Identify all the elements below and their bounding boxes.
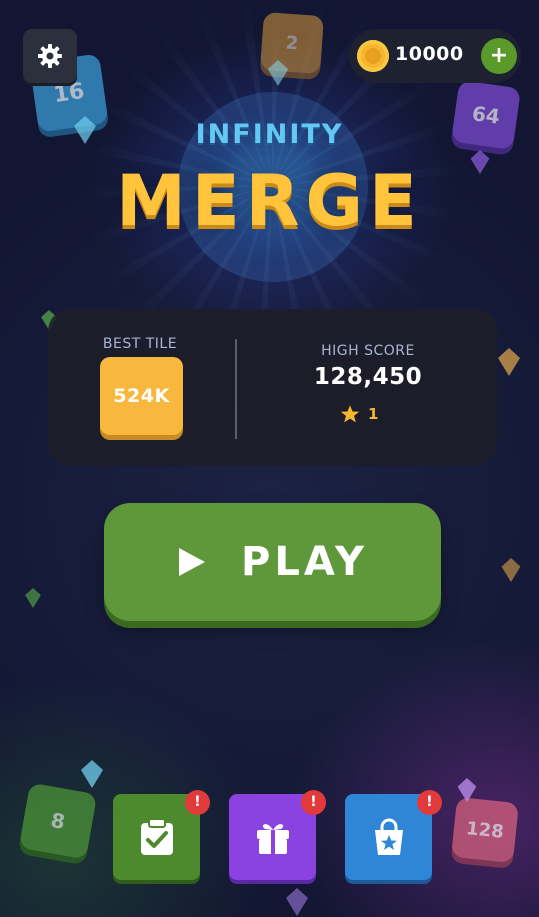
title-subtitle: INFINITY (195, 119, 344, 150)
settings-button[interactable] (23, 29, 77, 83)
floating-tile-128: 128 (451, 796, 519, 864)
gift-icon (256, 824, 289, 854)
high-score-label: HIGH SCORE (321, 343, 415, 359)
notification-badge: ! (417, 790, 442, 815)
coin-icon (357, 40, 389, 72)
stats-panel: BEST TILE 524K HIGH SCORE 128,450 1 (48, 309, 497, 466)
gem-icon (81, 760, 103, 788)
notification-badge: ! (185, 790, 210, 815)
star-icon (340, 405, 360, 423)
gem-icon (501, 558, 521, 582)
coin-count: 10000 (395, 43, 464, 65)
gem-icon (267, 60, 289, 86)
gem-icon (25, 588, 41, 608)
gem-icon (286, 888, 308, 916)
play-button[interactable]: PLAY (104, 503, 441, 621)
play-label: PLAY (241, 539, 368, 585)
star-count: 1 (368, 405, 379, 423)
high-score-value: 128,450 (313, 364, 423, 390)
notification-badge: ! (301, 790, 326, 815)
gem-icon (457, 778, 477, 802)
gem-icon (498, 348, 520, 376)
floating-tile-8: 8 (18, 782, 98, 860)
title-main: MERGE (116, 160, 423, 242)
stats-divider (235, 339, 237, 439)
clipboard-check-icon (140, 818, 173, 855)
add-coins-button[interactable]: + (481, 38, 517, 74)
play-icon (179, 548, 206, 576)
star-count-row: 1 (340, 403, 378, 425)
gear-icon (38, 44, 62, 68)
shopping-bag-icon (374, 818, 403, 855)
best-tile-value: 524K (100, 357, 183, 435)
gift-button[interactable]: ! (229, 790, 326, 880)
best-tile-label: BEST TILE (102, 336, 178, 352)
shop-button[interactable]: ! (345, 790, 442, 880)
tasks-button[interactable]: ! (113, 790, 210, 880)
coin-balance: 10000 + (349, 29, 521, 83)
